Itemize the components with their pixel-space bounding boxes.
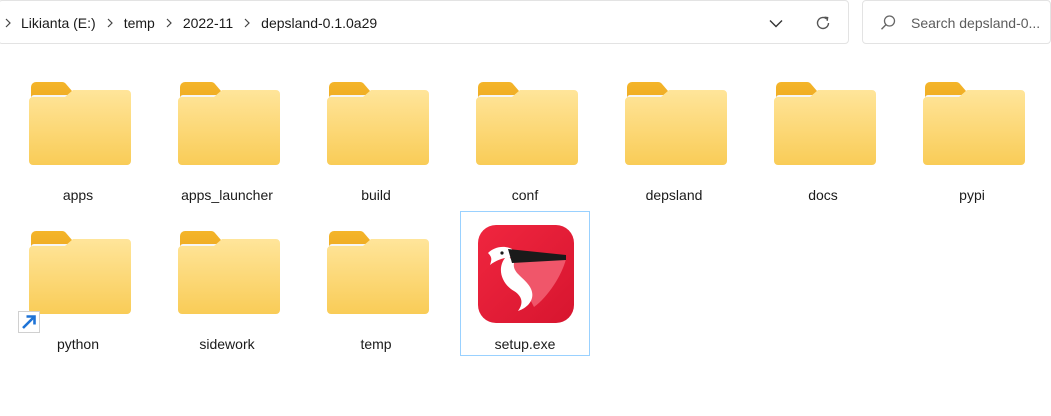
shortcut-arrow-icon <box>18 311 40 333</box>
folder-icon <box>27 81 133 167</box>
folder-icon <box>176 230 282 316</box>
folder-icon <box>27 230 133 316</box>
chevron-right-icon[interactable] <box>1 18 15 28</box>
folder-temp[interactable]: temp <box>311 211 441 356</box>
folder-icon <box>623 81 729 167</box>
file-label: pypi <box>959 187 985 203</box>
chevron-down-icon[interactable] <box>765 13 787 33</box>
folder-pypi[interactable]: pypi <box>907 62 1037 207</box>
folder-sidework[interactable]: sidework <box>162 211 292 356</box>
file-label: temp <box>360 336 392 352</box>
folder-icon <box>325 230 431 316</box>
pelican-app-icon <box>478 225 574 323</box>
folder-icon <box>176 81 282 167</box>
breadcrumb-item-current[interactable]: depsland-0.1.0a29 <box>257 15 381 31</box>
file-label: apps <box>62 187 94 203</box>
search-input[interactable] <box>911 11 1047 35</box>
folder-icon <box>772 81 878 167</box>
file-label: depsland <box>645 187 703 203</box>
chevron-right-icon[interactable] <box>240 18 254 28</box>
file-label: setup.exe <box>494 336 556 352</box>
file-label: python <box>56 336 100 352</box>
chevron-right-icon[interactable] <box>103 18 117 28</box>
address-bar[interactable]: Likianta (E:) temp 2022-11 depsland-0.1.… <box>0 0 849 44</box>
search-icon <box>879 14 897 32</box>
breadcrumb-item-2022-11[interactable]: 2022-11 <box>179 15 237 31</box>
folder-conf[interactable]: conf <box>460 62 590 207</box>
folder-icon <box>474 81 580 167</box>
file-label: build <box>361 187 391 203</box>
search-box[interactable] <box>862 0 1051 44</box>
folder-apps[interactable]: apps <box>13 62 143 207</box>
refresh-icon[interactable] <box>811 12 835 34</box>
file-label: docs <box>808 187 838 203</box>
folder-apps-launcher[interactable]: apps_launcher <box>162 62 292 207</box>
breadcrumb-item-temp[interactable]: temp <box>120 15 159 31</box>
chevron-right-icon[interactable] <box>162 18 176 28</box>
folder-icon <box>325 81 431 167</box>
folder-docs[interactable]: docs <box>758 62 888 207</box>
file-label: apps_launcher <box>181 187 273 203</box>
folder-icon <box>921 81 1027 167</box>
file-label: sidework <box>199 336 255 352</box>
folder-build[interactable]: build <box>311 62 441 207</box>
file-setup-exe[interactable]: setup.exe <box>460 211 590 356</box>
file-label: conf <box>511 187 539 203</box>
breadcrumb: Likianta (E:) temp 2022-11 depsland-0.1.… <box>0 1 381 45</box>
folder-python-shortcut[interactable]: python <box>13 211 143 356</box>
folder-depsland[interactable]: depsland <box>609 62 739 207</box>
breadcrumb-item-drive[interactable]: Likianta (E:) <box>17 15 100 31</box>
